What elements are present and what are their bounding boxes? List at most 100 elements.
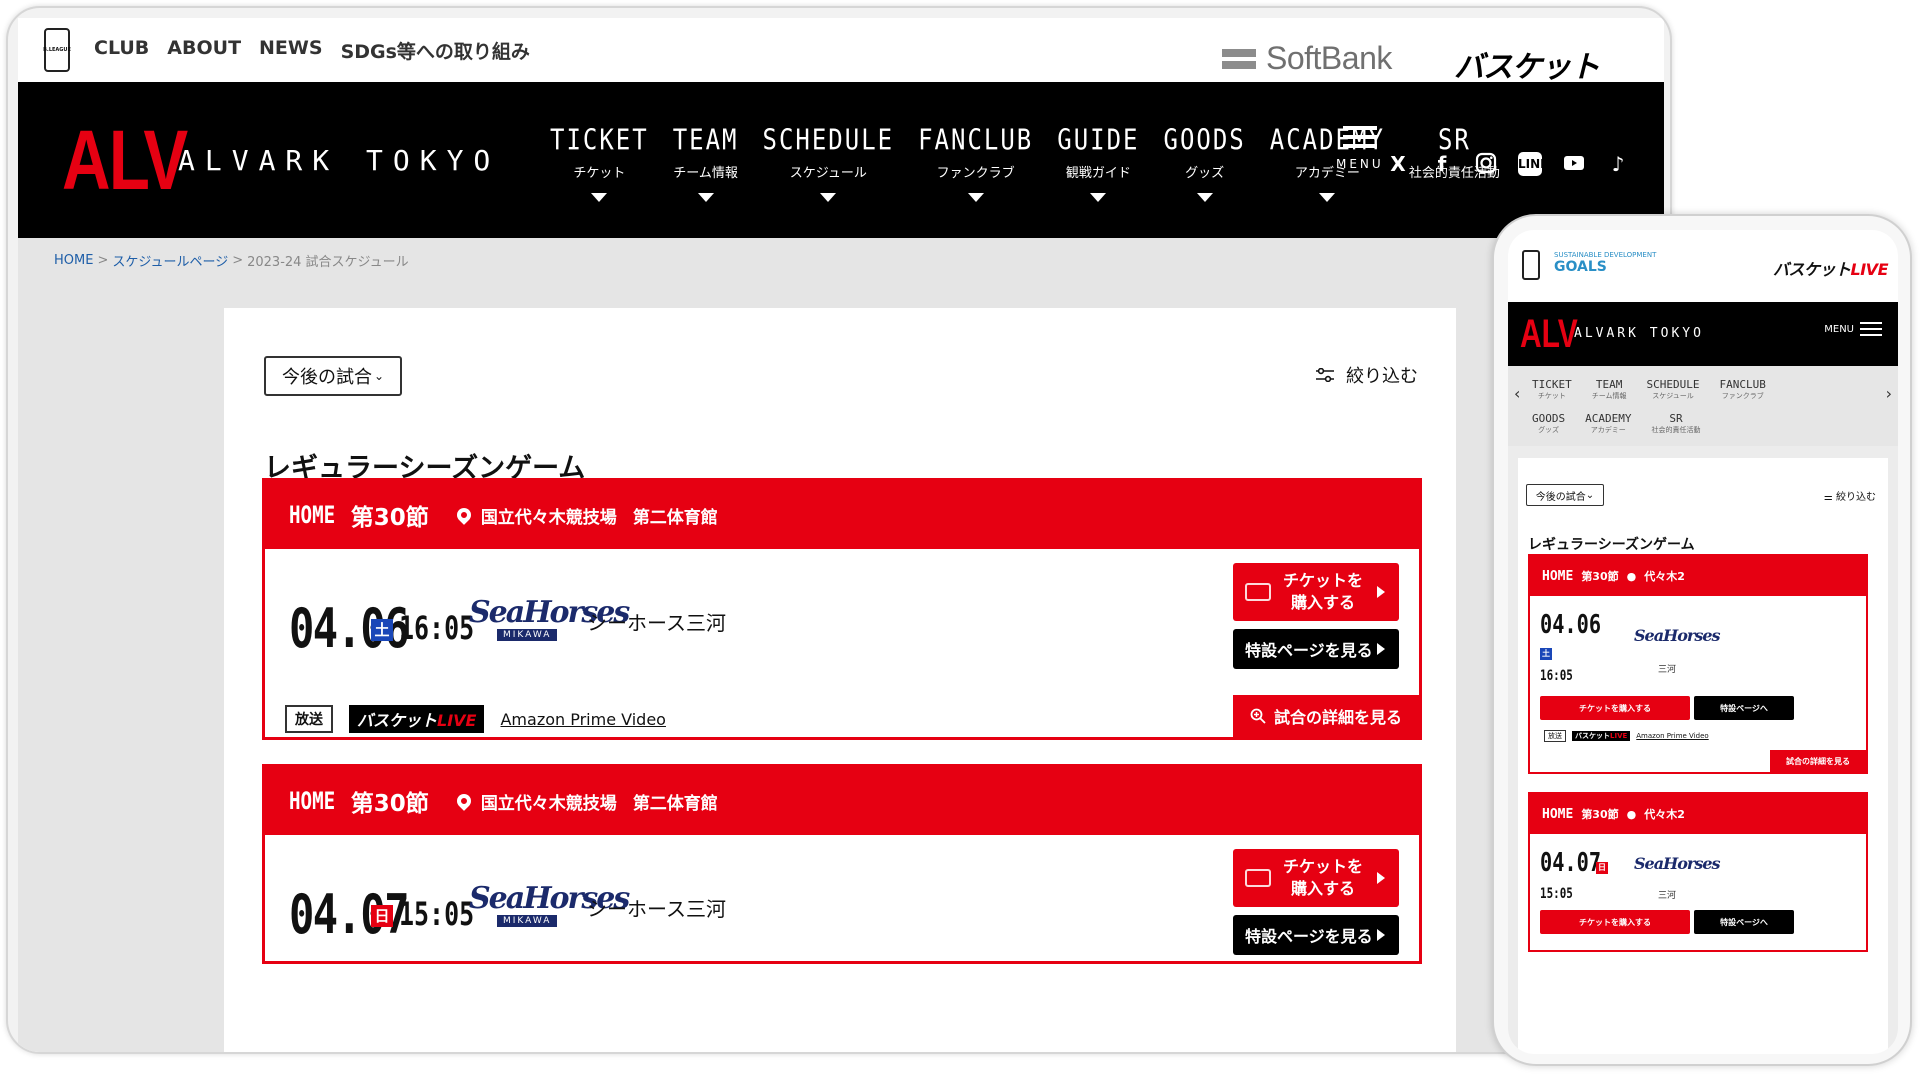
location-pin-icon [453,791,474,811]
sdgs-logo[interactable]: SUSTAINABLE DEVELOPMENT GOALS [1554,251,1656,275]
nav-label-en: GOODS [1532,412,1566,425]
link-club[interactable]: CLUB [94,37,149,64]
chevron-left-icon[interactable]: ‹ [1514,384,1520,403]
softbank-logo[interactable]: SoftBank [1222,40,1392,77]
buy-ticket-button[interactable]: チケットを購入する [1540,696,1690,720]
buy-ticket-button[interactable]: チケットを 購入する [1233,563,1399,621]
game-header: HOME 第30節 ● 代々木2 [1530,556,1866,596]
mobile-screen: SUSTAINABLE DEVELOPMENT GOALS バスケットLIVE A… [1508,230,1898,1054]
narrow-down-button[interactable]: 絞り込む [1316,362,1418,388]
x-icon[interactable]: X [1386,152,1410,176]
subnav-sr[interactable]: SR 社会的責任活動 [1651,412,1700,435]
subnav-ticket[interactable]: TICKET チケット [1532,378,1572,401]
tiktok-icon[interactable]: ♪ [1606,152,1630,176]
opponent-logo: SeaHorses [1634,626,1721,645]
nav-schedule[interactable]: SCHEDULE スケジュール [751,123,907,202]
alv-logo[interactable]: ALV [62,118,188,202]
caret-down-icon [820,193,837,202]
ticket-icon [1245,869,1271,887]
basket-live-badge[interactable]: バスケットLIVE [349,705,485,733]
subnav-row-1: TICKET チケット TEAM チーム情報 SCHEDULE スケジュール FANCLUB… [1532,378,1766,401]
opponent-name: シーホース三河 [587,611,726,635]
nav-guide[interactable]: GUIDE 観戦ガイド [1045,123,1151,202]
broadcast-row: 放送 バスケットLIVE Amazon Prime Video [1544,730,1709,742]
bleague-logo[interactable]: B.LEAGUE [43,28,71,72]
amazon-prime-link[interactable]: Amazon Prime Video [500,710,665,729]
instagram-icon[interactable] [1474,152,1498,176]
game-card: HOME 第30節 国立代々木競技場 第二体育館 04.06 土 16:05 S… [262,478,1422,740]
link-news[interactable]: NEWS [259,37,323,64]
game-time: 16:05 [399,609,475,647]
basket-live-logo[interactable]: バスケットLIVE [1773,256,1888,280]
breadcrumb-home[interactable]: HOME [54,253,93,268]
menu-button[interactable]: MENU [1336,126,1384,171]
caret-down-icon [1090,193,1107,202]
nav-label-en: SCHEDULE [762,123,895,157]
play-arrow-icon [1377,643,1385,655]
narrow-down-button[interactable]: ⚌ 絞り込む [1824,488,1876,503]
caret-down-icon [1319,193,1336,202]
round-label: 第30節 [350,791,429,817]
mobile-content: 今後の試合 ⌄ ⚌ 絞り込む レギュラーシーズンゲーム HOME 第30節 ● 代… [1508,446,1898,1054]
bleague-logo[interactable] [1522,250,1540,280]
breadcrumb-current: 2023-24 試合スケジュール [247,254,409,270]
game-time: 16:05 [1540,668,1573,684]
facebook-icon[interactable]: f [1430,152,1454,176]
link-sdgs[interactable]: SDGs等への取り組み [341,37,530,64]
game-filter-select[interactable]: 今後の試合 ⌄ [1526,484,1604,506]
line-icon[interactable]: LINE [1518,152,1548,176]
caret-down-icon [1196,193,1213,202]
nav-goods[interactable]: GOODS グッズ [1152,123,1258,202]
subnav-fanclub[interactable]: FANCLUB ファンクラブ [1720,378,1766,401]
special-page-button[interactable]: 特設ページへ [1694,910,1794,934]
game-detail-button[interactable]: 試合の詳細を見る [1233,695,1419,737]
caret-down-icon [591,193,608,202]
special-page-button[interactable]: 特設ページを見る [1233,915,1399,955]
youtube-icon[interactable] [1562,152,1586,176]
menu-button[interactable]: MENU [1824,322,1882,336]
filter-sliders-icon [1316,368,1334,382]
special-page-button[interactable]: 特設ページへ [1694,696,1794,720]
nav-ticket[interactable]: TICKET チケット [538,123,661,202]
mobile-utility-bar: SUSTAINABLE DEVELOPMENT GOALS バスケットLIVE [1508,230,1898,302]
buy-ticket-button[interactable]: チケットを 購入する [1233,849,1399,907]
opponent-name: シーホース三河 [587,897,726,921]
location-pin-icon: ● [1626,569,1637,583]
hamburger-icon [1342,126,1377,153]
game-detail-button[interactable]: 試合の詳細を見る [1770,750,1866,772]
basket-live-badge[interactable]: バスケットLIVE [1572,731,1631,741]
nav-label-en: SR [1669,412,1683,425]
broadcast-tag: 放送 [285,705,333,733]
team-name: ALVARK TOKYO [1574,326,1704,341]
venue: 国立代々木競技場 [480,507,617,528]
subnav-team[interactable]: TEAM チーム情報 [1592,378,1627,401]
chevron-right-icon[interactable]: › [1886,384,1892,403]
subnav-schedule[interactable]: SCHEDULE スケジュール [1647,378,1700,401]
nav-team[interactable]: TEAM チーム情報 [661,123,751,202]
chevron-down-icon: ⌄ [373,369,385,383]
nav-label-ja: グッズ [1185,166,1225,181]
nav-label-ja: グッズ [1538,426,1560,434]
breadcrumb-schedule[interactable]: スケジュールページ [112,251,228,270]
special-page-button[interactable]: 特設ページを見る [1233,629,1399,669]
hamburger-icon [1860,322,1882,336]
nav-label-ja: スケジュール [1652,392,1694,400]
nav-label-ja: チケット [573,166,626,181]
social-links: X f LINE ♪ [1386,152,1630,176]
amazon-prime-link[interactable]: Amazon Prime Video [1636,732,1708,740]
nav-label-ja: チケット [1537,392,1566,400]
nav-label-en: ACADEMY [1585,412,1632,425]
subnav-academy[interactable]: ACADEMY アカデミー [1585,412,1631,435]
subnav-goods[interactable]: GOODS グッズ [1532,412,1565,435]
mobile-device-frame: SUSTAINABLE DEVELOPMENT GOALS バスケットLIVE A… [1492,214,1912,1066]
opponent-name: 三河 [1658,665,1677,675]
game-filter-select[interactable]: 今後の試合 ⌄ [264,356,402,396]
nav-fanclub[interactable]: FANCLUB ファンクラブ [906,123,1045,202]
game-card: HOME 第30節 国立代々木競技場 第二体育館 04.07 日 15:05 S… [262,764,1422,964]
alv-logo[interactable]: ALV [1520,314,1578,354]
mobile-subnav: ‹ TICKET チケット TEAM チーム情報 SCHEDULE スケジュール FANCL… [1508,366,1898,446]
link-about[interactable]: ABOUT [167,37,241,64]
buy-ticket-button[interactable]: チケットを購入する [1540,910,1690,934]
play-arrow-icon [1377,929,1385,941]
nav-label-en: TICKET [1532,378,1572,391]
